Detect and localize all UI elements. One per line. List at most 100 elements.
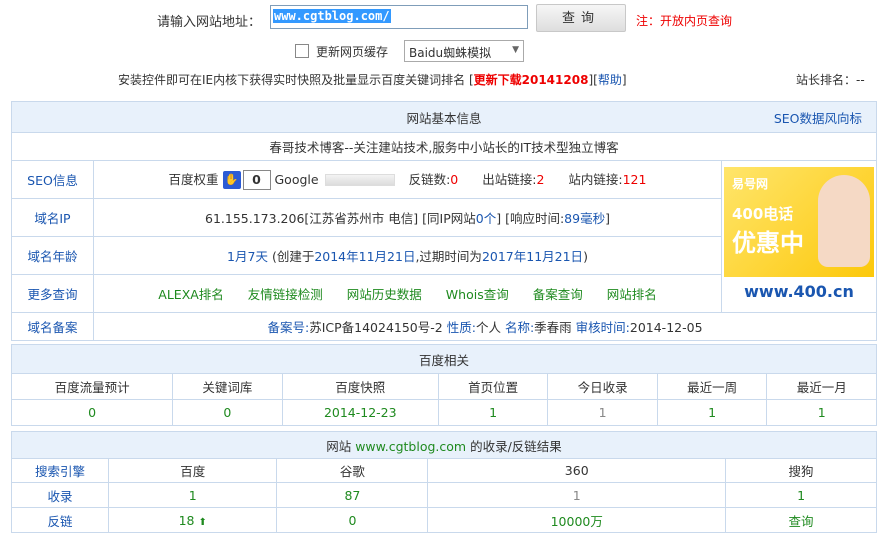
week-index: 1 <box>656 399 768 426</box>
ad-line1: 400电话 <box>732 204 794 223</box>
engine-header: 360 <box>427 458 727 483</box>
month-index: 1 <box>766 399 877 426</box>
inlinks-value: 121 <box>622 171 647 187</box>
baidu-index[interactable]: 1 <box>107 482 278 508</box>
inlinks-label: 站内链接: <box>568 171 623 187</box>
audit-label: 审核时间: <box>575 320 630 335</box>
install-line: 安装控件即可在IE内核下获得实时快照及批量显示百度关键词排名 [更新下载2014… <box>118 73 627 87</box>
baidu-header: 百度快照 <box>281 373 439 400</box>
owner-name: 季春雨 <box>534 320 572 335</box>
ad-cell: 易号网 400电话 优惠中 www.400.cn <box>721 160 877 313</box>
engine-header: 百度 <box>107 458 278 483</box>
site-description: 春哥技术博客--关注建站技术,服务中小站长的IT技术型独立博客 <box>11 132 877 161</box>
spider-select[interactable]: Baidu蜘蛛模拟 ▼ <box>404 40 524 62</box>
seo-trend-link[interactable]: SEO数据风向标 <box>774 108 862 127</box>
seo-info: 百度权重 ✋ 0 Google 反链数:0 出站链接:2 站内链接:121 <box>93 160 722 199</box>
rank-label: 站长排名：-- <box>796 73 865 87</box>
baidu-backlinks-value: 18 <box>178 512 195 528</box>
baidu-header: 最近一月 <box>766 373 877 400</box>
home-position: 1 <box>437 399 549 426</box>
download-link[interactable]: 更新下载20141208 <box>474 73 589 87</box>
basic-info-table: 网站基本信息 SEO数据风向标 春哥技术博客--关注建站技术,服务中小站长的IT… <box>11 101 877 341</box>
baidu-paw-icon: ✋ <box>222 171 241 190</box>
chevron-down-icon: ▼ <box>512 45 519 55</box>
seo-label: SEO信息 <box>11 160 94 199</box>
owner-name-label: 名称: <box>504 320 535 335</box>
google-label: Google <box>274 171 319 187</box>
engine-header: 谷歌 <box>276 458 429 483</box>
response-value: 89毫秒 <box>564 211 606 226</box>
google-index[interactable]: 87 <box>276 482 429 508</box>
baidu-title: 百度相关 <box>11 344 877 374</box>
domain-ip-info: 61.155.173.206[江苏省苏州市 电信] [同IP网站0个] [响应时… <box>93 198 722 237</box>
sogou-backlinks[interactable]: 查询 <box>725 507 877 533</box>
engine-header: 搜狗 <box>725 458 877 483</box>
more-query-links: ALEXA排名 友情链接检测 网站历史数据 Whois查询 备案查询 网站排名 <box>93 274 722 313</box>
backlink-row-label: 反链 <box>11 507 109 533</box>
url-input[interactable]: www.cgtblog.com/ <box>270 5 528 29</box>
ip-value: 61.155.173.206[江苏省苏州市 电信] <box>205 211 419 226</box>
created-prefix: (创建于 <box>271 249 315 264</box>
site-rank-link[interactable]: 网站排名 <box>607 287 657 302</box>
baidu-table: 百度相关 百度流量预计 关键词库 百度快照 首页位置 今日收录 最近一周 最近一… <box>10 344 877 426</box>
engine-header: 搜索引擎 <box>11 458 109 483</box>
baidu-header: 关键词库 <box>172 373 283 400</box>
domain-age-label: 域名年龄 <box>11 236 94 275</box>
refresh-cache-label: 更新网页缓存 <box>316 45 389 59</box>
today-index: 1 <box>547 399 658 426</box>
history-link[interactable]: 网站历史数据 <box>347 287 422 302</box>
refresh-cache-checkbox[interactable] <box>295 44 309 58</box>
same-ip-link[interactable]: 0个 <box>476 211 496 226</box>
response-suffix: ] <box>605 211 610 226</box>
360-index[interactable]: 1 <box>427 482 727 508</box>
index-title-suffix: 的收录/反链结果 <box>470 438 562 454</box>
baidu-header: 最近一周 <box>656 373 768 400</box>
same-ip-prefix: [同IP网站 <box>422 211 476 226</box>
spider-select-value: Baidu蜘蛛模拟 <box>409 46 492 60</box>
age-value: 1月7天 <box>227 249 268 264</box>
up-arrow-icon: ⬆ <box>198 516 207 528</box>
basic-info-title: 网站基本信息 <box>406 110 482 126</box>
domain-age-info: 1月7天 (创建于2014年11月21日,过期时间为2017年11月21日) <box>93 236 722 275</box>
install-text: 安装控件即可在IE内核下获得实时快照及批量显示百度关键词排名 <box>118 73 466 87</box>
icp-info: 备案号:苏ICP备14024150号-2 性质:个人 名称:季春雨 审核时间:2… <box>93 312 877 341</box>
whois-link[interactable]: Whois查询 <box>446 287 509 302</box>
google-backlinks[interactable]: 0 <box>276 507 429 533</box>
baidu-header: 百度流量预计 <box>10 373 174 400</box>
nature: 个人 <box>475 320 501 335</box>
index-title: 网站 www.cgtblog.com 的收录/反链结果 <box>11 431 877 459</box>
expire-prefix: ,过期时间为 <box>415 249 482 264</box>
baidu-backlinks[interactable]: 18 ⬆ <box>107 507 278 533</box>
domain-ip-label: 域名IP <box>11 198 94 237</box>
baidu-traffic: 0 <box>10 399 174 426</box>
index-title-prefix: 网站 <box>326 438 352 454</box>
baidu-weight-value: 0 <box>242 170 271 191</box>
url-label: 请输入网站地址： <box>157 15 262 30</box>
sogou-index[interactable]: 1 <box>725 482 877 508</box>
url-value: www.cgtblog.com/ <box>273 9 391 23</box>
help-link[interactable]: 帮助 <box>598 73 622 87</box>
keyword-count: 0 <box>172 399 283 426</box>
backlinks-value: 0 <box>450 171 459 187</box>
outlinks-value: 2 <box>536 171 545 187</box>
audit-date: 2014-12-05 <box>629 320 703 335</box>
query-button[interactable]: 查询 <box>536 4 626 32</box>
note-text: 注：开放内页查询 <box>636 14 733 28</box>
baidu-snapshot[interactable]: 2014-12-23 <box>281 399 439 426</box>
same-ip-suffix: ] <box>496 211 502 226</box>
friend-link-check[interactable]: 友情链接检测 <box>248 287 323 302</box>
baidu-header: 首页位置 <box>437 373 549 400</box>
outlinks-label: 出站链接: <box>482 171 537 187</box>
ad-banner[interactable]: 易号网 400电话 优惠中 www.400.cn <box>724 166 874 307</box>
ad-person-image <box>818 174 870 267</box>
backlinks-label: 反链数: <box>408 171 451 187</box>
ad-line2: 优惠中 <box>732 228 804 257</box>
more-query-label: 更多查询 <box>11 274 94 313</box>
icp-no-label: 备案号: <box>267 320 310 335</box>
icp-query-link[interactable]: 备案查询 <box>533 287 583 302</box>
360-backlinks[interactable]: 10000万 <box>427 507 727 533</box>
google-pr-bar <box>324 174 395 187</box>
ad-brand: 易号网 <box>732 176 769 191</box>
expire-suffix: ) <box>583 249 588 264</box>
alexa-link[interactable]: ALEXA排名 <box>158 287 224 302</box>
